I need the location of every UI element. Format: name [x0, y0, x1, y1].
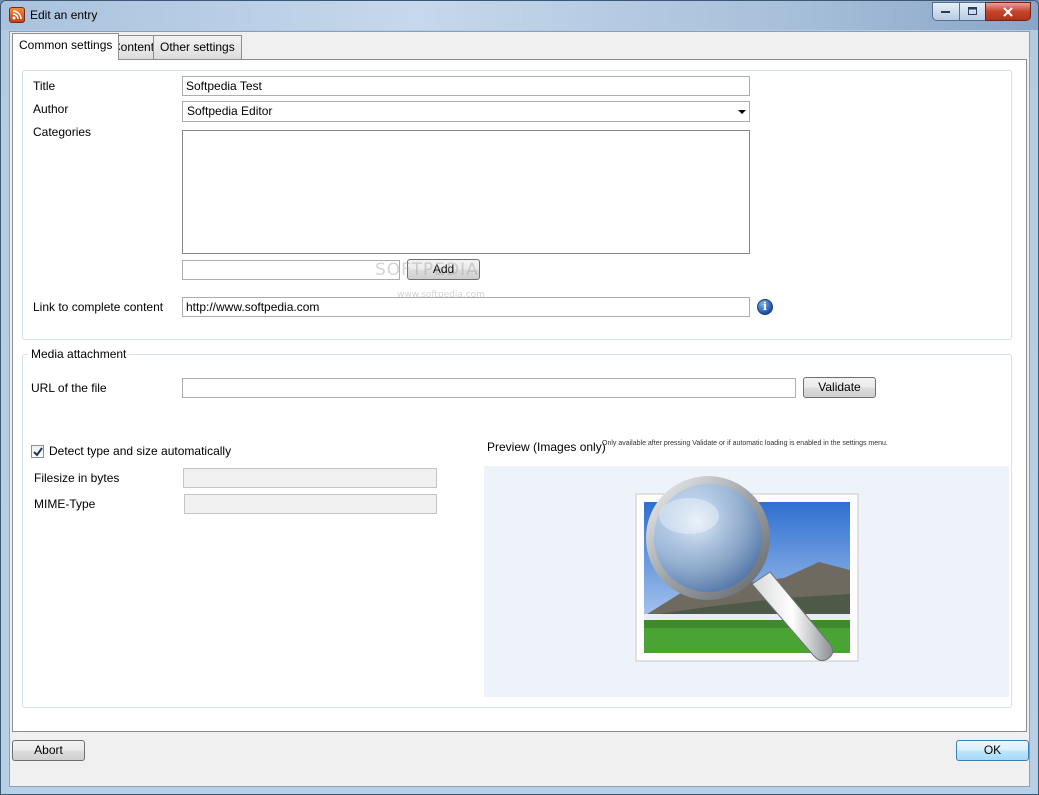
title-input[interactable]: Softpedia Test — [182, 76, 750, 96]
validate-button[interactable]: Validate — [803, 377, 876, 398]
minimize-button[interactable] — [932, 2, 959, 21]
mime-type-label: MIME-Type — [34, 497, 96, 511]
checkmark-icon — [33, 447, 43, 457]
preview-hint: Only available after pressing Validate o… — [602, 440, 888, 447]
title-bar[interactable]: Edit an entry — [1, 1, 1038, 30]
window-controls — [932, 2, 1031, 21]
dialog-button-bar: Abort OK — [10, 732, 1029, 786]
tab-other-settings[interactable]: Other settings — [153, 35, 242, 59]
abort-button[interactable]: Abort — [12, 740, 85, 761]
category-input[interactable] — [182, 260, 400, 280]
detect-automatically-label[interactable]: Detect type and size automatically — [49, 444, 231, 458]
categories-list[interactable] — [182, 130, 750, 254]
info-icon[interactable]: i — [757, 299, 773, 315]
file-url-input[interactable] — [182, 378, 796, 398]
window-title: Edit an entry — [30, 8, 98, 22]
close-icon — [1003, 6, 1013, 17]
magnifier-photo-icon — [635, 476, 859, 662]
ok-button[interactable]: OK — [956, 740, 1029, 761]
filesize-input — [183, 468, 437, 488]
filesize-label: Filesize in bytes — [34, 471, 120, 485]
media-attachment-legend: Media attachment — [28, 347, 130, 361]
edit-entry-window: Edit an entry Common settings Content Ot… — [0, 0, 1039, 795]
image-preview — [484, 466, 1009, 697]
maximize-button[interactable] — [959, 2, 985, 21]
link-label: Link to complete content — [33, 300, 164, 314]
maximize-icon — [967, 7, 977, 15]
minimize-icon — [941, 10, 950, 13]
tab-label: Other settings — [160, 40, 235, 54]
preview-label: Preview (Images only) — [487, 440, 606, 454]
tab-panel-common-settings: Title Softpedia Test Author Softpedia Ed… — [12, 59, 1027, 732]
categories-label: Categories — [33, 125, 92, 139]
detect-automatically-checkbox[interactable] — [31, 445, 44, 458]
title-label: Title — [33, 79, 56, 93]
tab-common-settings[interactable]: Common settings — [12, 33, 120, 60]
author-label: Author — [33, 102, 69, 116]
url-label: URL of the file — [31, 381, 107, 395]
mime-type-input — [184, 494, 437, 514]
close-button[interactable] — [985, 2, 1031, 21]
link-input[interactable]: http://www.softpedia.com — [182, 297, 750, 317]
tab-label: Common settings — [19, 38, 113, 52]
dialog-client: Common settings Content Other settings T… — [9, 31, 1030, 787]
watermark-brand: SOFTPEDIA — [375, 260, 479, 280]
author-selected-value: Softpedia Editor — [187, 104, 273, 118]
author-select[interactable]: Softpedia Editor — [182, 101, 750, 122]
chevron-down-icon[interactable] — [738, 110, 746, 114]
app-feed-icon — [9, 7, 25, 23]
